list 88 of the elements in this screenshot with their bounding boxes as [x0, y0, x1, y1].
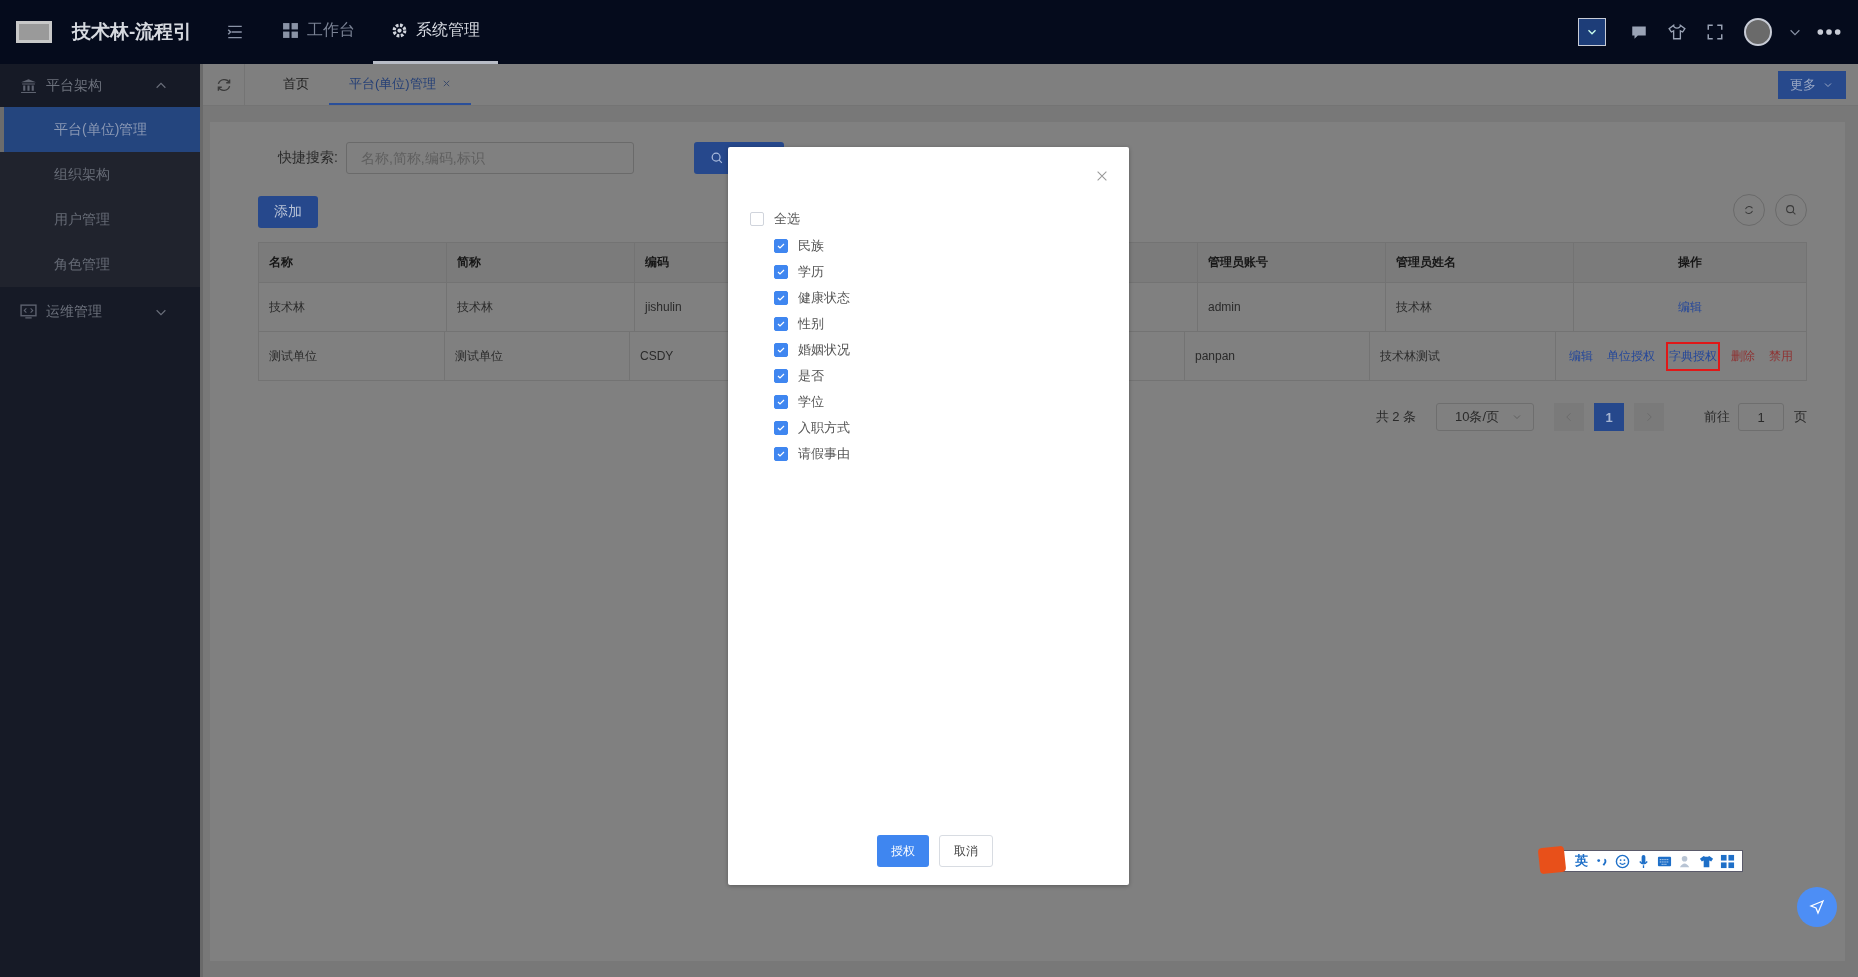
checkbox-label: 学位	[798, 393, 824, 411]
goto-label: 前往	[1704, 408, 1730, 426]
search-icon	[709, 151, 724, 165]
sidebar-item[interactable]: 用户管理	[0, 197, 200, 242]
checkbox[interactable]	[774, 343, 788, 357]
dropdown-toggle-button[interactable]	[1578, 18, 1606, 46]
action-link[interactable]: 编辑	[1566, 341, 1596, 371]
tab[interactable]: 平台(单位)管理	[329, 64, 471, 105]
monitor-icon	[20, 303, 37, 320]
close-icon[interactable]	[1095, 169, 1109, 183]
sidebar-item[interactable]: 平台(单位)管理	[0, 107, 200, 152]
nav-tab[interactable]: 工作台	[264, 0, 374, 64]
checkbox-label: 健康状态	[798, 289, 850, 307]
checkbox-label: 婚姻状况	[798, 341, 850, 359]
check-icon	[776, 397, 786, 407]
table-cell: panpan	[1184, 332, 1371, 380]
column-header: 名称	[259, 243, 447, 282]
fullscreen-icon[interactable]	[1706, 23, 1724, 41]
checkbox-label: 全选	[774, 210, 800, 228]
table-cell: admin	[1198, 283, 1386, 331]
checkbox[interactable]	[774, 395, 788, 409]
sidebar-group[interactable]: 平台架构	[0, 64, 200, 107]
sidebar-group[interactable]: 运维管理	[0, 287, 200, 336]
checkbox-label: 请假事由	[798, 445, 850, 463]
check-icon	[776, 267, 786, 277]
column-header: 简称	[447, 243, 635, 282]
column-header: 管理员姓名	[1386, 243, 1574, 282]
action-link[interactable]: 禁用	[1766, 341, 1796, 371]
page-button[interactable]: 1	[1594, 403, 1624, 431]
sidebar-item[interactable]: 组织架构	[0, 152, 200, 197]
table-cell: 技术林测试	[1370, 332, 1556, 380]
shirt-icon[interactable]	[1699, 853, 1714, 869]
page-size-select[interactable]: 10条/页	[1436, 403, 1534, 431]
smiley-icon[interactable]	[1615, 853, 1630, 869]
check-icon	[776, 319, 786, 329]
table-cell: 测试单位	[259, 332, 445, 380]
checkbox[interactable]	[774, 369, 788, 383]
column-header: 管理员账号	[1198, 243, 1386, 282]
table-cell: 测试单位	[444, 332, 631, 380]
checkbox-label: 入职方式	[798, 419, 850, 437]
close-icon[interactable]	[441, 79, 451, 88]
logo-icon	[16, 21, 52, 43]
check-icon	[776, 345, 786, 355]
table-cell: 技术林	[447, 283, 635, 331]
chat-icon[interactable]	[1630, 23, 1648, 41]
checkbox[interactable]	[774, 317, 788, 331]
ime-mode-toggle[interactable]: 英	[1575, 852, 1588, 870]
check-icon	[776, 293, 786, 303]
avatar[interactable]	[1744, 18, 1772, 46]
column-header: 操作	[1574, 243, 1807, 282]
menu-icon[interactable]	[226, 23, 245, 41]
table-cell: 技术林	[1386, 283, 1574, 331]
action-link[interactable]: 单位授权	[1604, 341, 1658, 371]
checkbox[interactable]	[774, 447, 788, 461]
total-count: 共 2 条	[1375, 408, 1416, 426]
cancel-button[interactable]: 取消	[938, 835, 993, 867]
table-cell: 技术林	[259, 283, 447, 331]
search-icon	[1784, 203, 1798, 217]
gear-icon	[391, 22, 409, 39]
checkbox[interactable]	[774, 265, 788, 279]
checkbox[interactable]	[774, 239, 788, 253]
search-label: 快捷搜索:	[278, 149, 338, 167]
add-button[interactable]: 添加	[258, 196, 318, 228]
page-suffix: 页	[1794, 408, 1807, 426]
bank-icon	[20, 77, 37, 94]
grid-icon	[282, 22, 300, 39]
page-input[interactable]: 1	[1738, 403, 1784, 431]
paper-plane-icon	[1809, 899, 1825, 915]
refresh-icon	[1742, 203, 1756, 217]
check-icon	[776, 241, 786, 251]
grid-icon[interactable]	[1720, 853, 1735, 869]
check-icon	[776, 449, 786, 459]
sidebar-item[interactable]: 角色管理	[0, 242, 200, 287]
more-button[interactable]: 更多	[1778, 70, 1846, 99]
shirt-icon[interactable]	[1668, 23, 1686, 41]
check-icon	[776, 371, 786, 381]
action-link[interactable]: 编辑	[1675, 292, 1705, 322]
app-title: 技术林-流程引	[72, 20, 193, 44]
tab[interactable]: 首页	[263, 64, 329, 105]
checkbox-label: 学历	[798, 263, 824, 281]
authorize-button[interactable]: 授权	[876, 835, 929, 867]
action-link[interactable]: 删除	[1728, 341, 1758, 371]
checkbox[interactable]	[774, 291, 788, 305]
checkbox-label: 性别	[798, 315, 824, 333]
action-link[interactable]: 字典授权	[1666, 341, 1720, 371]
checkbox[interactable]	[774, 421, 788, 435]
check-icon	[776, 423, 786, 433]
more-icon[interactable]	[1816, 27, 1842, 37]
